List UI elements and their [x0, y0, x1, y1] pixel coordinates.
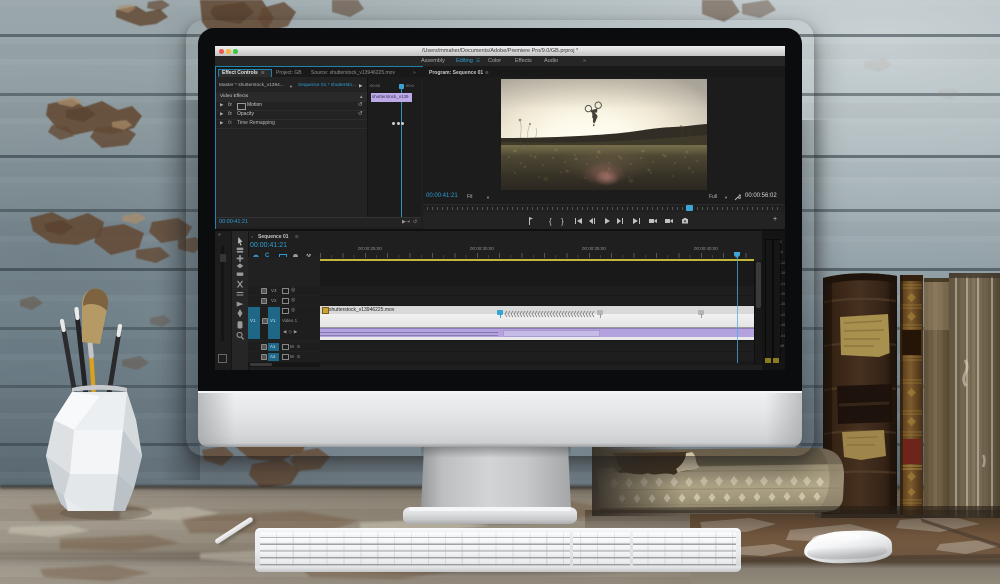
svg-text:}: } — [561, 217, 564, 226]
svg-text:{: { — [549, 217, 552, 226]
